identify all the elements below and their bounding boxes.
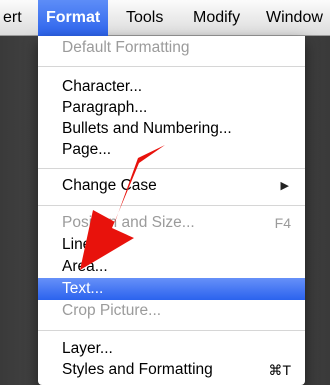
menubar-tools[interactable]: Tools (126, 0, 163, 36)
menu-item-label: Default Formatting (62, 39, 190, 56)
format-menu: Default Formatting Character... Paragrap… (38, 36, 305, 385)
shortcut-label: ⌘T (268, 362, 291, 378)
menu-item-paragraph[interactable]: Paragraph... (38, 97, 305, 119)
menu-item-label: Paragraph... (62, 99, 148, 116)
menubar-modify[interactable]: Modify (193, 0, 240, 36)
menu-item-default-formatting: Default Formatting (38, 37, 305, 59)
menu-item-page[interactable]: Page... (38, 139, 305, 161)
menu-item-label: Text... (62, 280, 104, 297)
menu-item-label: Line... (62, 236, 105, 253)
menubar-window[interactable]: Window (266, 0, 323, 36)
separator (38, 330, 305, 331)
separator (38, 168, 305, 169)
menubar-insert[interactable]: ert (3, 0, 22, 36)
menu-item-label: Bullets and Numbering... (62, 120, 232, 137)
menu-item-position-size: Position and Size... F4 (38, 212, 305, 234)
menu-item-crop-picture: Crop Picture... (38, 300, 305, 322)
menu-item-line[interactable]: Line... (38, 234, 305, 256)
separator (38, 66, 305, 67)
menu-item-label: Area... (62, 258, 108, 275)
menu-item-character[interactable]: Character... (38, 76, 305, 98)
menu-bar: ert Format Tools Modify Window (0, 0, 330, 36)
menu-item-styles-formatting[interactable]: Styles and Formatting ⌘T (38, 359, 305, 381)
menu-item-text[interactable]: Text... (38, 278, 305, 300)
menu-item-area[interactable]: Area... (38, 256, 305, 278)
menu-item-label: Page... (62, 141, 112, 158)
menu-item-label: Position and Size... (62, 214, 195, 231)
menu-item-bullets-numbering[interactable]: Bullets and Numbering... (38, 118, 305, 140)
menu-item-label: Layer... (62, 340, 113, 357)
separator (38, 205, 305, 206)
menubar-format[interactable]: Format (38, 0, 109, 36)
menu-item-label: Character... (62, 78, 143, 95)
menu-item-label: Change Case (62, 177, 157, 194)
submenu-arrow-icon: ▶ (280, 180, 289, 192)
menu-item-label: Styles and Formatting (62, 361, 213, 378)
menu-item-change-case[interactable]: Change Case ▶ (38, 175, 305, 197)
menu-item-label: Crop Picture... (62, 302, 162, 319)
shortcut-label: F4 (274, 215, 291, 231)
menu-item-layer[interactable]: Layer... (38, 338, 305, 360)
